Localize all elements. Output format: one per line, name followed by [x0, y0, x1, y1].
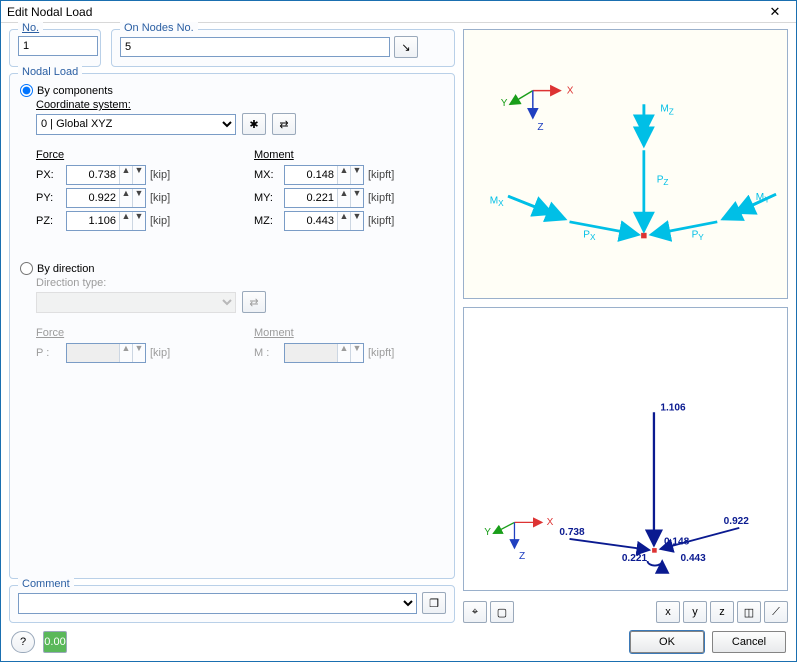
group-no: No. — [9, 29, 101, 67]
svg-text:MX: MX — [490, 195, 504, 208]
my-spinner[interactable]: ▲▼ — [284, 188, 364, 208]
svg-text:X: X — [547, 517, 554, 528]
svg-text:PZ: PZ — [657, 174, 669, 187]
svg-text:1.106: 1.106 — [660, 402, 686, 413]
coordinate-system-select[interactable]: 0 | Global XYZ — [36, 114, 236, 135]
nodal-load-label: Nodal Load — [18, 66, 82, 78]
view-iso-button[interactable]: ◫ — [737, 601, 761, 623]
units-button[interactable]: 0.00 — [43, 631, 67, 653]
radio-by-direction-input[interactable] — [20, 262, 33, 275]
no-label: No. — [18, 22, 43, 34]
picker-icon: ↘ — [401, 41, 410, 54]
p-input — [67, 344, 119, 362]
ok-button[interactable]: OK — [630, 631, 704, 653]
svg-text:Z: Z — [519, 551, 525, 562]
comment-stack-button[interactable]: ❐ — [422, 592, 446, 614]
moment-head: Moment — [254, 149, 444, 161]
m-input — [285, 344, 337, 362]
svg-text:PY: PY — [692, 229, 705, 242]
dir-link-button: ⇄ — [242, 291, 266, 313]
py-spinner[interactable]: ▲▼ — [66, 188, 146, 208]
cs-link-button[interactable]: ⇄ — [272, 113, 296, 135]
coordinate-system-label: Coordinate system: — [36, 99, 444, 111]
svg-text:MY: MY — [756, 192, 770, 205]
svg-text:0.738: 0.738 — [559, 527, 585, 538]
pick-nodes-button[interactable]: ↘ — [394, 36, 418, 58]
mx-spinner[interactable]: ▲▼ — [284, 165, 364, 185]
view-y-button[interactable]: y — [683, 601, 707, 623]
help-button[interactable]: ? — [11, 631, 35, 653]
moment-column: Moment MX: ▲▼ [kipft] MY: ▲▼ [kipft] MZ:… — [254, 149, 444, 234]
svg-text:0.443: 0.443 — [681, 553, 707, 564]
view-tool-2[interactable]: ▢ — [490, 601, 514, 623]
by-direction-panel: Direction type: ⇄ Force P : ▲▼ [kip] — [36, 277, 444, 366]
close-icon[interactable]: ✕ — [760, 4, 790, 20]
on-nodes-label: On Nodes No. — [120, 22, 198, 34]
pz-input[interactable] — [67, 212, 119, 230]
pz-spinner[interactable]: ▲▼ — [66, 211, 146, 231]
edit-nodal-load-dialog: Edit Nodal Load ✕ No. On Nodes No. ↘ — [0, 0, 797, 662]
view-persp-button[interactable]: ⟋ — [764, 601, 788, 623]
titlebar: Edit Nodal Load ✕ — [1, 1, 796, 23]
comment-label: Comment — [18, 578, 74, 590]
no-input[interactable] — [18, 36, 98, 56]
radio-by-components[interactable]: By components — [20, 84, 444, 97]
px-input[interactable] — [67, 166, 119, 184]
mz-spinner[interactable]: ▲▼ — [284, 211, 364, 231]
svg-text:0.148: 0.148 — [664, 536, 690, 547]
px-spinner[interactable]: ▲▼ — [66, 165, 146, 185]
preview-schematic: X Y Z MZ PZ MX PX — [463, 29, 788, 299]
dialog-title: Edit Nodal Load — [7, 5, 760, 19]
svg-text:0.922: 0.922 — [724, 516, 750, 527]
preview-3d: X Y Z 1.106 0.738 0.922 0.148 0 — [463, 307, 788, 591]
radio-by-direction[interactable]: By direction — [20, 262, 444, 275]
group-on-nodes: On Nodes No. ↘ — [111, 29, 455, 67]
cancel-button[interactable]: Cancel — [712, 631, 786, 653]
view-z-button[interactable]: z — [710, 601, 734, 623]
mx-input[interactable] — [285, 166, 337, 184]
cs-new-button[interactable]: ✱ — [242, 113, 266, 135]
my-input[interactable] — [285, 189, 337, 207]
direction-type-label: Direction type: — [36, 277, 444, 289]
svg-text:Z: Z — [537, 122, 543, 133]
direction-type-select — [36, 292, 236, 313]
comment-select[interactable] — [18, 593, 417, 614]
svg-text:MZ: MZ — [660, 104, 673, 117]
radio-by-components-input[interactable] — [20, 84, 33, 97]
svg-text:0.221: 0.221 — [622, 553, 648, 564]
py-input[interactable] — [67, 189, 119, 207]
svg-text:PX: PX — [583, 229, 596, 242]
dialog-button-bar: ? 0.00 OK Cancel — [1, 623, 796, 661]
px-down[interactable]: ▼ — [132, 166, 145, 184]
on-nodes-input[interactable] — [120, 37, 390, 57]
mz-input[interactable] — [285, 212, 337, 230]
px-up[interactable]: ▲ — [120, 166, 132, 184]
svg-text:Y: Y — [484, 527, 491, 538]
svg-text:Y: Y — [501, 98, 508, 109]
force-column: Force PX: ▲▼ [kip] PY: ▲▼ [kip] PZ: ▲▼ [… — [36, 149, 226, 234]
force-head: Force — [36, 149, 226, 161]
view-tool-1[interactable]: ⌖ — [463, 601, 487, 623]
group-nodal-load: Nodal Load By components Coordinate syst… — [9, 73, 455, 579]
view-x-button[interactable]: x — [656, 601, 680, 623]
group-comment: Comment ❐ — [9, 585, 455, 623]
svg-text:X: X — [567, 85, 574, 96]
view-toolbar: ⌖ ▢ x y z ◫ ⟋ — [463, 601, 788, 623]
